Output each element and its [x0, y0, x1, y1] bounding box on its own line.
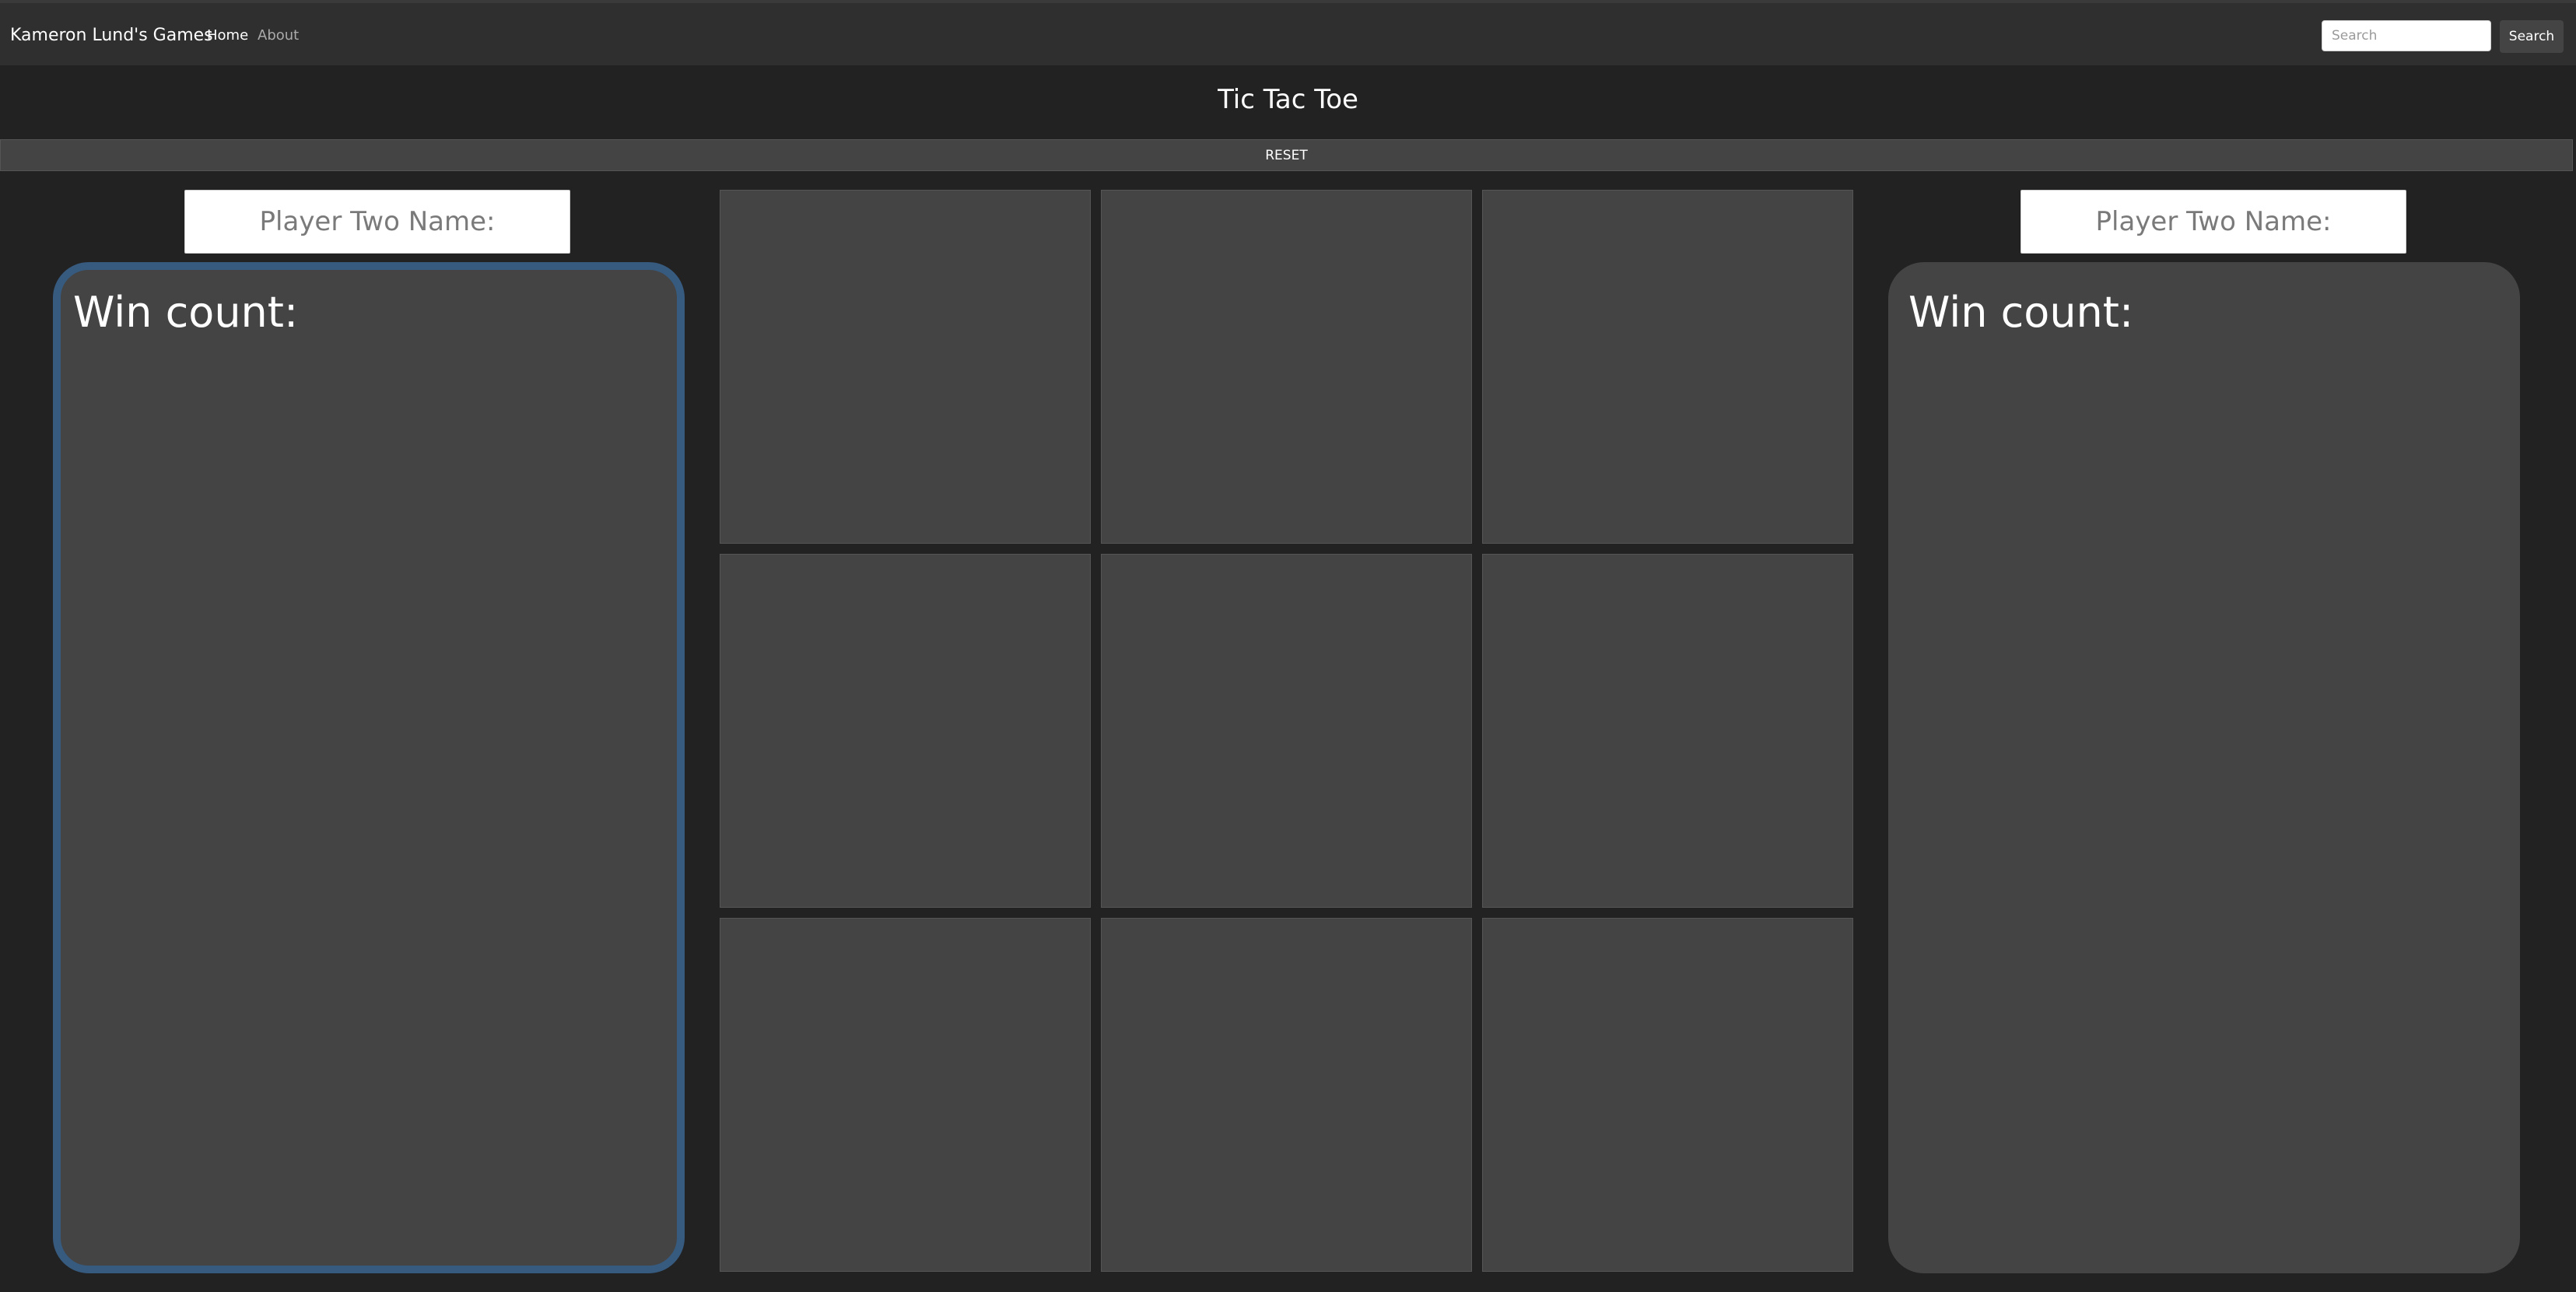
board-cell-1[interactable]: [720, 190, 1091, 544]
brand-link[interactable]: Kameron Lund's Games: [10, 23, 213, 48]
player-left-panel: Win count:: [53, 262, 685, 1273]
nav-home-link[interactable]: Home: [207, 25, 248, 47]
player-right-win-count: Win count:: [1908, 288, 2134, 337]
player-left-win-count: Win count:: [73, 288, 299, 337]
nav-about-link[interactable]: About: [258, 25, 299, 47]
navbar: Kameron Lund's Games Home About Search: [0, 3, 2576, 65]
search-input[interactable]: [2322, 20, 2491, 51]
board-cell-2[interactable]: [1101, 190, 1472, 544]
reset-button[interactable]: RESET: [0, 139, 2573, 171]
player-right-panel: Win count:: [1888, 262, 2520, 1273]
board-cell-7[interactable]: [720, 918, 1091, 1272]
board-cell-5[interactable]: [1101, 554, 1472, 908]
board-cell-9[interactable]: [1482, 918, 1853, 1272]
board-cell-6[interactable]: [1482, 554, 1853, 908]
board-cell-3[interactable]: [1482, 190, 1853, 544]
player-left-name-input[interactable]: [184, 190, 570, 254]
page-title: Tic Tac Toe: [1218, 84, 1358, 115]
board-cell-8[interactable]: [1101, 918, 1472, 1272]
player-right-name-input[interactable]: [2020, 190, 2406, 254]
board-cell-4[interactable]: [720, 554, 1091, 908]
search-button[interactable]: Search: [2500, 20, 2564, 53]
